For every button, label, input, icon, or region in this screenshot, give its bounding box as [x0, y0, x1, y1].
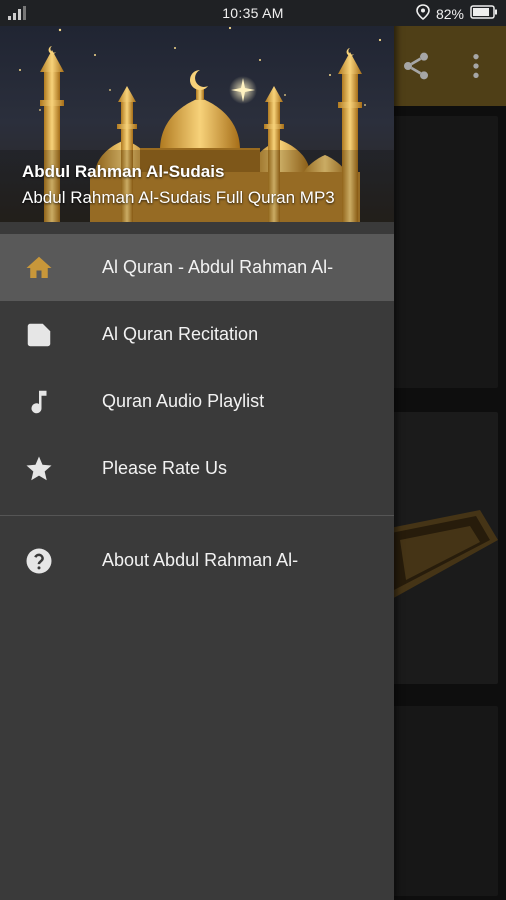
drawer-menu: Al Quran - Abdul Rahman Al- Al Quran Rec…: [0, 234, 394, 594]
menu-item-label: About Abdul Rahman Al-: [102, 550, 299, 570]
menu-item-recitation[interactable]: Al Quran Recitation: [0, 301, 394, 368]
battery-percent: 82%: [435, 5, 464, 22]
star-icon: [24, 454, 54, 484]
battery-icon: [470, 5, 498, 22]
menu-item-rate[interactable]: Please Rate Us: [0, 435, 394, 502]
help-icon: [24, 546, 54, 576]
navigation-drawer: Abdul Rahman Al-Sudais Abdul Rahman Al-S…: [0, 0, 394, 900]
home-icon: [24, 253, 54, 283]
note-icon: [24, 320, 54, 350]
menu-item-playlist[interactable]: Quran Audio Playlist: [0, 368, 394, 435]
drawer-header: Abdul Rahman Al-Sudais Abdul Rahman Al-S…: [0, 0, 394, 222]
drawer-header-title: Abdul Rahman Al-Sudais: [22, 162, 225, 181]
menu-item-label: Al Quran - Abdul Rahman Al-: [102, 257, 334, 277]
menu-divider: [0, 515, 394, 516]
menu-item-label: Quran Audio Playlist: [102, 391, 265, 411]
location-icon: [416, 4, 430, 23]
menu-item-label: Please Rate Us: [102, 458, 228, 478]
music-note-icon: [24, 387, 54, 417]
menu-item-al-quran[interactable]: Al Quran - Abdul Rahman Al-: [0, 234, 394, 301]
menu-item-about[interactable]: About Abdul Rahman Al-: [0, 527, 394, 594]
drawer-header-subtitle: Abdul Rahman Al-Sudais Full Quran MP3: [22, 188, 335, 207]
status-bar: 10:35 AM 82%: [0, 0, 506, 26]
menu-item-label: Al Quran Recitation: [102, 324, 259, 344]
